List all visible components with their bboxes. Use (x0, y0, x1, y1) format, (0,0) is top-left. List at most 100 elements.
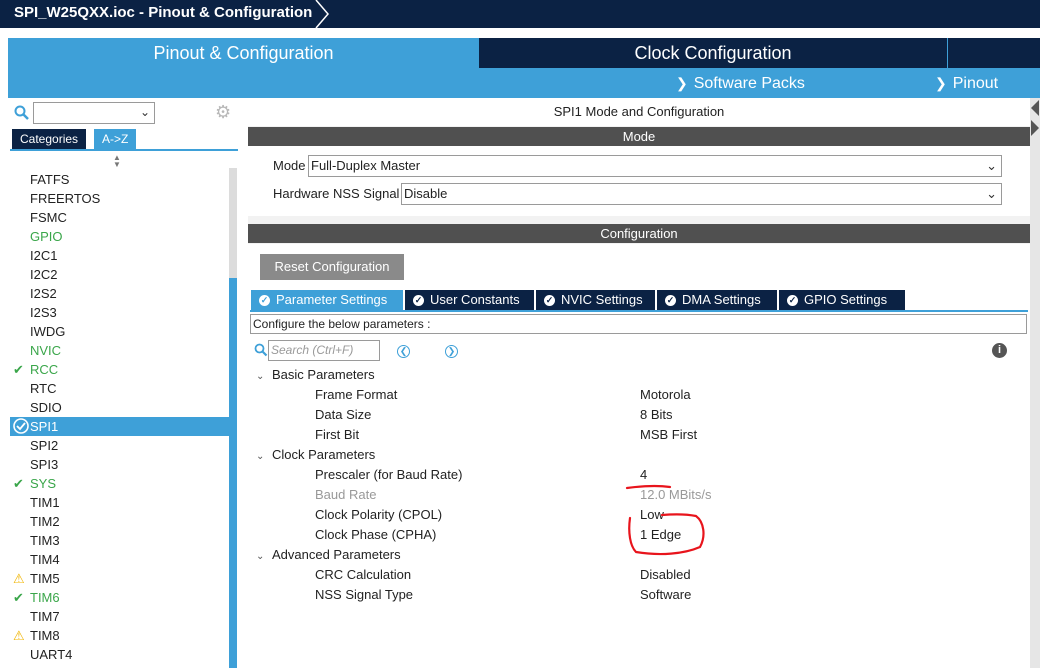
panel-title: SPI1 Mode and Configuration (248, 98, 1030, 126)
sidebar-item-spi3[interactable]: SPI3 (10, 455, 229, 474)
sidebar-item-label: SPI2 (30, 438, 59, 453)
group-advanced-parameters[interactable]: ⌄ Advanced Parameters (256, 545, 401, 565)
check-circle-icon: ✓ (787, 295, 798, 307)
right-edge-strip (1030, 98, 1040, 668)
sidebar-item-nvic[interactable]: NVIC (10, 341, 229, 360)
sidebar-item-sdio[interactable]: SDIO (10, 398, 229, 417)
sidebar-item-spi2[interactable]: SPI2 (10, 436, 229, 455)
title-bar: SPI_W25QXX.ioc - Pinout & Configuration (0, 0, 1040, 28)
param-name: Clock Phase (CPHA) (315, 527, 437, 542)
tab-nvic-settings[interactable]: ✓ NVIC Settings (536, 290, 655, 310)
sidebar-item-label: SYS (30, 476, 57, 491)
param-value[interactable]: Low (640, 505, 664, 525)
main-tab-bar: Pinout & Configuration Clock Configurati… (8, 38, 1040, 98)
nss-select-value: Disable (404, 186, 448, 201)
chevron-down-icon: ⌄ (256, 551, 265, 562)
sidebar-item-i2c2[interactable]: I2C2 (10, 265, 229, 284)
mode-select[interactable]: Full-Duplex Master ⌄ (308, 155, 1002, 177)
sidebar-item-sys[interactable]: ✔ SYS (10, 474, 229, 493)
parameter-search-input[interactable]: Search (Ctrl+F) (268, 340, 380, 361)
next-result-icon[interactable]: ❯ (445, 345, 458, 358)
param-value[interactable]: Motorola (640, 385, 691, 405)
search-icon[interactable] (14, 105, 30, 121)
gear-icon[interactable]: ⚙ (215, 102, 231, 123)
tab-user-constants[interactable]: ✓ User Constants (405, 290, 534, 310)
search-icon[interactable] (254, 343, 268, 357)
param-name: Data Size (315, 407, 372, 422)
sidebar-item-label: TIM5 (30, 571, 60, 586)
param-name: First Bit (315, 427, 360, 442)
tab-a-to-z[interactable]: A->Z (94, 129, 137, 149)
left-panel: ⌄ ⚙ Categories A->Z ▲ ▼ FATFS FREERTOS FSMC… (8, 98, 240, 668)
chevron-down-icon: ⌄ (256, 371, 265, 382)
nss-label: Hardware NSS Signal (273, 186, 400, 201)
sidebar-item-rtc[interactable]: RTC (10, 379, 229, 398)
sidebar-item-freertos[interactable]: FREERTOS (10, 189, 229, 208)
tab-label: NVIC Settings (561, 292, 643, 307)
tab-extra[interactable] (948, 38, 1040, 68)
sidebar-item-tim6[interactable]: ✔ TIM6 (10, 588, 229, 607)
sidebar-item-label: GPIO (30, 229, 63, 244)
reset-configuration-button[interactable]: Reset Configuration (260, 254, 404, 280)
sidebar-item-uart4[interactable]: UART4 (10, 645, 229, 664)
chevron-down-icon: ⌄ (139, 105, 150, 119)
sidebar-item-gpio[interactable]: GPIO (10, 227, 229, 246)
pinout-label: Pinout (952, 75, 999, 92)
chevron-down-icon: ❯ (676, 75, 688, 91)
tab-categories[interactable]: Categories (12, 129, 87, 149)
sidebar-item-rcc[interactable]: ✔ RCC (10, 360, 229, 379)
scrollbar-thumb[interactable] (229, 278, 237, 668)
sidebar-item-spi1[interactable]: SPI1 (10, 417, 229, 436)
collapse-arrows-icon[interactable] (1030, 98, 1040, 138)
configure-hint: Configure the below parameters : (250, 314, 1027, 334)
sidebar-item-fatfs[interactable]: FATFS (10, 170, 229, 189)
group-label: Basic Parameters (272, 367, 375, 382)
sidebar-item-tim5[interactable]: ⚠ TIM5 (10, 569, 229, 588)
sidebar-item-tim4[interactable]: TIM4 (10, 550, 229, 569)
sidebar-item-fsmc[interactable]: FSMC (10, 208, 229, 227)
sidebar-item-label: UART4 (30, 647, 73, 662)
window-title: SPI_W25QXX.ioc - Pinout & Configuration (14, 4, 313, 21)
mode-label: Mode (273, 158, 306, 173)
param-value[interactable]: Software (640, 585, 691, 605)
sidebar-item-i2s3[interactable]: I2S3 (10, 303, 229, 322)
tab-gpio-settings[interactable]: ✓ GPIO Settings (779, 290, 905, 310)
param-value: 12.0 MBits/s (640, 487, 712, 502)
sidebar-item-iwdg[interactable]: IWDG (10, 322, 229, 341)
pinout-menu[interactable]: ❯ Pinout (935, 68, 998, 98)
chevron-down-icon: ⌄ (256, 451, 265, 462)
tab-parameter-settings[interactable]: ✓ Parameter Settings (251, 290, 403, 310)
tab-pinout-configuration[interactable]: Pinout & Configuration (8, 38, 479, 68)
param-value[interactable]: MSB First (640, 425, 697, 445)
chevron-down-icon: ⌄ (986, 158, 997, 173)
tab-dma-settings[interactable]: ✓ DMA Settings (657, 290, 777, 310)
sidebar-item-label: RCC (30, 362, 59, 377)
sort-arrows-icon[interactable]: ▲ ▼ (113, 154, 121, 169)
sidebar-item-tim2[interactable]: TIM2 (10, 512, 229, 531)
sidebar-item-i2c1[interactable]: I2C1 (10, 246, 229, 265)
tab-label: Parameter Settings (276, 292, 388, 307)
param-value[interactable]: 4 (640, 465, 647, 485)
param-value[interactable]: 1 Edge (640, 525, 681, 545)
nss-select[interactable]: Disable ⌄ (401, 183, 1002, 205)
sidebar-item-label: TIM3 (30, 533, 60, 548)
check-icon: ✔ (13, 362, 24, 377)
sidebar-item-tim1[interactable]: TIM1 (10, 493, 229, 512)
param-value[interactable]: 8 Bits (640, 405, 673, 425)
group-label: Advanced Parameters (272, 547, 401, 562)
sidebar-item-i2s2[interactable]: I2S2 (10, 284, 229, 303)
tab-clock-configuration[interactable]: Clock Configuration (479, 38, 947, 68)
sidebar-item-tim8[interactable]: ⚠ TIM8 (10, 626, 229, 645)
sidebar-item-tim3[interactable]: TIM3 (10, 531, 229, 550)
param-name: Baud Rate (315, 487, 377, 502)
group-basic-parameters[interactable]: ⌄ Basic Parameters (256, 365, 375, 385)
param-value[interactable]: Disabled (640, 565, 691, 585)
warning-icon: ⚠ (13, 571, 25, 586)
group-clock-parameters[interactable]: ⌄ Clock Parameters (256, 445, 375, 465)
sidebar-item-tim7[interactable]: TIM7 (10, 607, 229, 626)
check-circle-icon: ✓ (259, 295, 270, 307)
software-packs-menu[interactable]: ❯ Software Packs (676, 68, 805, 98)
info-icon[interactable]: i (992, 343, 1007, 358)
previous-result-icon[interactable]: ❮ (397, 345, 410, 358)
search-combo-input[interactable]: ⌄ (33, 102, 155, 124)
